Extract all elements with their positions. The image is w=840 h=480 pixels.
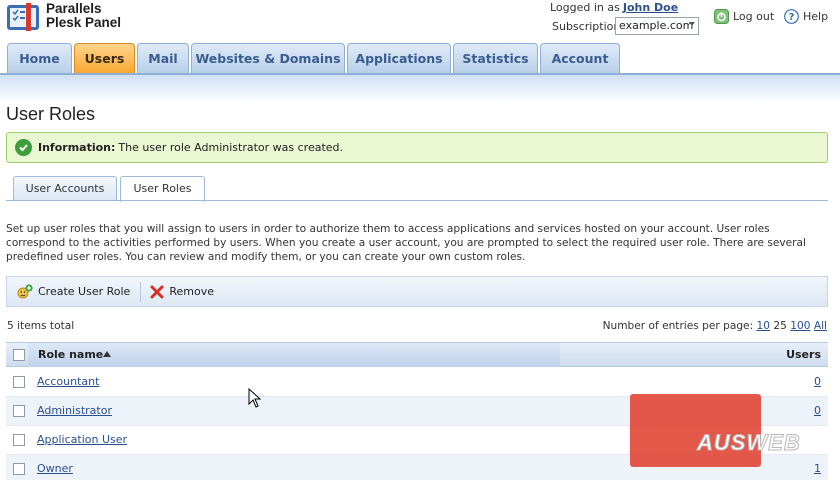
toolbar-separator bbox=[140, 281, 142, 302]
role-name-column-header[interactable]: Role name bbox=[28, 343, 560, 367]
tab-users[interactable]: Users bbox=[74, 43, 135, 74]
tab-websites-domains[interactable]: Websites & Domains bbox=[191, 43, 345, 74]
subscription-select[interactable]: example.com bbox=[615, 17, 699, 35]
chevron-down-icon bbox=[689, 22, 695, 26]
add-role-icon bbox=[17, 283, 33, 298]
create-user-role-button[interactable]: Create User Role bbox=[16, 283, 131, 300]
users-count-link[interactable]: 1 bbox=[814, 462, 821, 475]
row-checkbox[interactable] bbox=[13, 463, 25, 475]
brand-line2: Plesk Panel bbox=[46, 15, 122, 30]
entries-per-page: Number of entries per page: 10 25 100 Al… bbox=[603, 320, 827, 332]
role-name-link[interactable]: Administrator bbox=[37, 404, 112, 417]
remove-button[interactable]: Remove bbox=[149, 284, 214, 300]
sort-ascending-icon bbox=[103, 351, 111, 357]
header-gradient bbox=[0, 75, 840, 103]
brand-name: Parallels Plesk Panel bbox=[46, 2, 121, 30]
mouse-cursor-icon bbox=[248, 388, 262, 408]
items-total: 5 items total bbox=[7, 320, 75, 332]
table-header: Role name Users bbox=[6, 342, 828, 367]
watermark-text: AUSWEB bbox=[697, 430, 801, 456]
logout-icon bbox=[714, 9, 729, 24]
help-label: Help bbox=[803, 10, 829, 23]
page-title: User Roles bbox=[6, 104, 96, 124]
svg-text:?: ? bbox=[789, 12, 795, 23]
subtab-user-roles[interactable]: User Roles bbox=[120, 176, 205, 202]
info-text: The user role Administrator was created. bbox=[118, 141, 344, 154]
subtab-user-accounts[interactable]: User Accounts bbox=[13, 176, 117, 201]
page-description: Set up user roles that you will assign t… bbox=[6, 223, 806, 263]
info-message: Information: The user role Administrator… bbox=[6, 132, 828, 163]
create-user-role-label: Create User Role bbox=[38, 285, 131, 298]
tab-mail[interactable]: Mail bbox=[137, 43, 189, 74]
row-checkbox[interactable] bbox=[13, 434, 25, 446]
role-name-link[interactable]: Owner bbox=[37, 462, 73, 475]
logged-in-label: Logged in as bbox=[550, 1, 620, 14]
info-label: Information: bbox=[38, 141, 116, 154]
logout-button[interactable]: Log out bbox=[714, 9, 774, 24]
header: Parallels Plesk Panel Logged in as John D… bbox=[0, 0, 840, 40]
per-page-10-link[interactable]: 10 bbox=[757, 320, 770, 332]
logout-label: Log out bbox=[733, 10, 775, 23]
user-name-link[interactable]: John Doe bbox=[623, 1, 678, 14]
table-row: Accountant 0 bbox=[6, 368, 828, 397]
per-page-100-link[interactable]: 100 bbox=[790, 320, 810, 332]
toolbar: Create User Role Remove bbox=[6, 276, 828, 307]
row-checkbox[interactable] bbox=[13, 376, 25, 388]
tab-applications[interactable]: Applications bbox=[347, 43, 451, 74]
role-name-header-label: Role name bbox=[38, 348, 104, 361]
users-column-header[interactable]: Users bbox=[786, 348, 821, 361]
main-navigation: Home Users Mail Websites & Domains Appli… bbox=[0, 43, 840, 74]
users-count-link[interactable]: 0 bbox=[814, 404, 821, 417]
remove-icon bbox=[150, 285, 164, 298]
per-page-25-current: 25 bbox=[773, 320, 787, 332]
help-icon: ? bbox=[784, 9, 799, 24]
brand-line1: Parallels bbox=[46, 1, 102, 16]
per-page-label: Number of entries per page: bbox=[602, 320, 754, 332]
plesk-logo-icon bbox=[7, 3, 39, 31]
logged-in-info: Logged in as John Doe bbox=[550, 1, 678, 14]
subtabs-divider bbox=[6, 200, 828, 201]
help-button[interactable]: ? Help bbox=[784, 9, 828, 24]
remove-label: Remove bbox=[169, 285, 214, 298]
row-checkbox[interactable] bbox=[13, 405, 25, 417]
check-icon bbox=[15, 139, 32, 156]
subscription-value: example.com bbox=[619, 19, 694, 32]
role-name-link[interactable]: Accountant bbox=[37, 375, 99, 388]
role-name-link[interactable]: Application User bbox=[37, 433, 127, 446]
tab-home[interactable]: Home bbox=[7, 43, 72, 74]
per-page-all-link[interactable]: All bbox=[814, 320, 827, 332]
select-all-checkbox[interactable] bbox=[13, 349, 25, 361]
subscription-label: Subscription bbox=[552, 20, 621, 33]
tab-account[interactable]: Account bbox=[540, 43, 620, 74]
users-count-link[interactable]: 0 bbox=[814, 375, 821, 388]
tab-statistics[interactable]: Statistics bbox=[453, 43, 538, 74]
